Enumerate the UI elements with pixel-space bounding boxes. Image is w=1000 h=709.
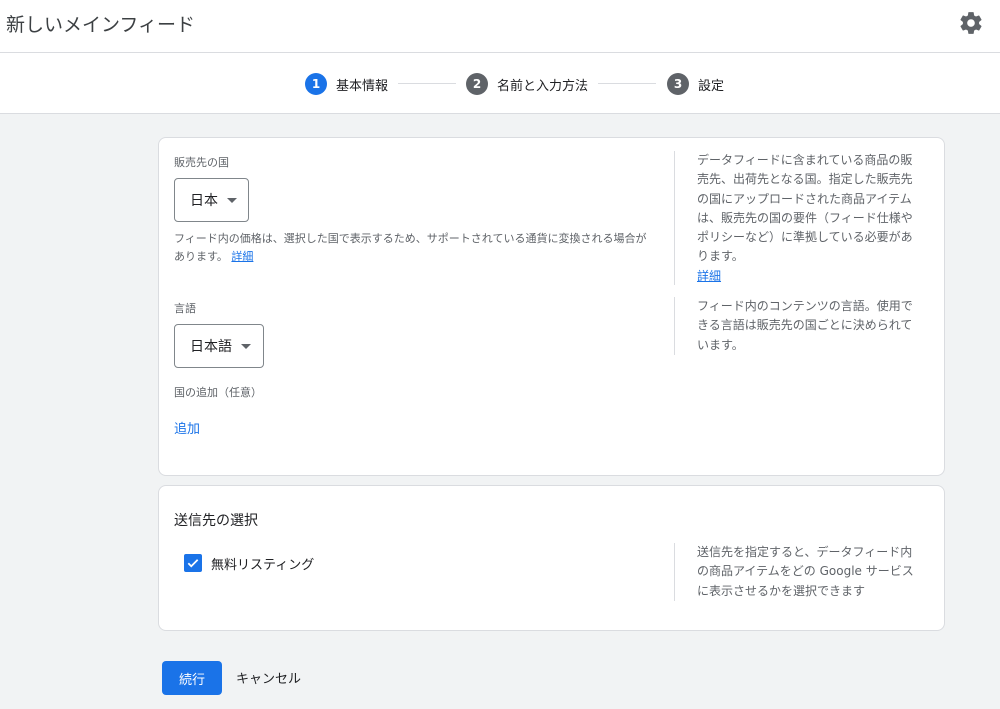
add-country-label: 国の追加（任意） bbox=[174, 386, 262, 399]
step-basic-info: 1 基本情報 bbox=[305, 72, 388, 96]
destinations-card: 送信先の選択 無料リスティング 送信先を指定すると、データフィード内の商品アイテ… bbox=[158, 485, 945, 631]
country-side-learn-more-link[interactable]: 詳細 bbox=[697, 269, 721, 283]
basic-info-card: 販売先の国 日本 フィード内の価格は、選択した国で表示するため、サポートされてい… bbox=[158, 137, 945, 476]
dropdown-caret-icon bbox=[227, 197, 237, 203]
step-settings: 3 設定 bbox=[667, 72, 724, 96]
free-listings-checkbox[interactable] bbox=[184, 554, 202, 572]
top-bar: 新しいメインフィード bbox=[0, 0, 1000, 53]
step-label: 設定 bbox=[698, 78, 725, 94]
page-title: 新しいメインフィード bbox=[6, 14, 196, 36]
step-label: 名前と入力方法 bbox=[497, 78, 589, 94]
step-number: 1 bbox=[305, 73, 327, 95]
step-connector bbox=[398, 83, 456, 84]
language-value: 日本語 bbox=[190, 339, 232, 355]
destinations-side-help: 送信先を指定すると、データフィード内の商品アイテムをどの Google サービス… bbox=[674, 543, 924, 601]
language-side-help: フィード内のコンテンツの言語。使用できる言語は販売先の国ごとに決められています。 bbox=[674, 297, 924, 355]
continue-button[interactable]: 続行 bbox=[162, 661, 222, 695]
step-connector bbox=[598, 83, 656, 84]
language-side-help-text: フィード内のコンテンツの言語。使用できる言語は販売先の国ごとに決められています。 bbox=[697, 299, 913, 352]
language-select[interactable]: 日本語 bbox=[174, 324, 264, 368]
step-number: 2 bbox=[466, 73, 488, 95]
check-icon bbox=[187, 559, 199, 568]
step-number: 3 bbox=[667, 73, 689, 95]
country-helper-text: フィード内の価格は、選択した国で表示するため、サポートされている通貨に変換される… bbox=[174, 230, 656, 266]
country-label: 販売先の国 bbox=[174, 156, 229, 169]
step-label: 基本情報 bbox=[336, 78, 389, 94]
gear-icon[interactable] bbox=[958, 10, 984, 36]
country-learn-more-link[interactable]: 詳細 bbox=[231, 250, 253, 263]
country-select[interactable]: 日本 bbox=[174, 178, 249, 222]
dropdown-caret-icon bbox=[241, 343, 251, 349]
country-side-help: データフィードに含まれている商品の販売先、出荷先となる国。指定した販売先の国にア… bbox=[674, 151, 924, 285]
add-country-link[interactable]: 追加 bbox=[174, 418, 200, 437]
progress-stepper: 1 基本情報 2 名前と入力方法 3 設定 bbox=[0, 53, 1000, 114]
step-name-and-input: 2 名前と入力方法 bbox=[466, 72, 588, 96]
destinations-side-help-text: 送信先を指定すると、データフィード内の商品アイテムをどの Google サービス… bbox=[697, 545, 914, 598]
destinations-title: 送信先の選択 bbox=[174, 513, 258, 529]
country-value: 日本 bbox=[190, 193, 218, 209]
free-listings-label: 無料リスティング bbox=[211, 558, 315, 573]
language-label: 言語 bbox=[174, 302, 196, 315]
cancel-button[interactable]: キャンセル bbox=[236, 668, 301, 687]
country-side-help-text: データフィードに含まれている商品の販売先、出荷先となる国。指定した販売先の国にア… bbox=[697, 153, 913, 264]
